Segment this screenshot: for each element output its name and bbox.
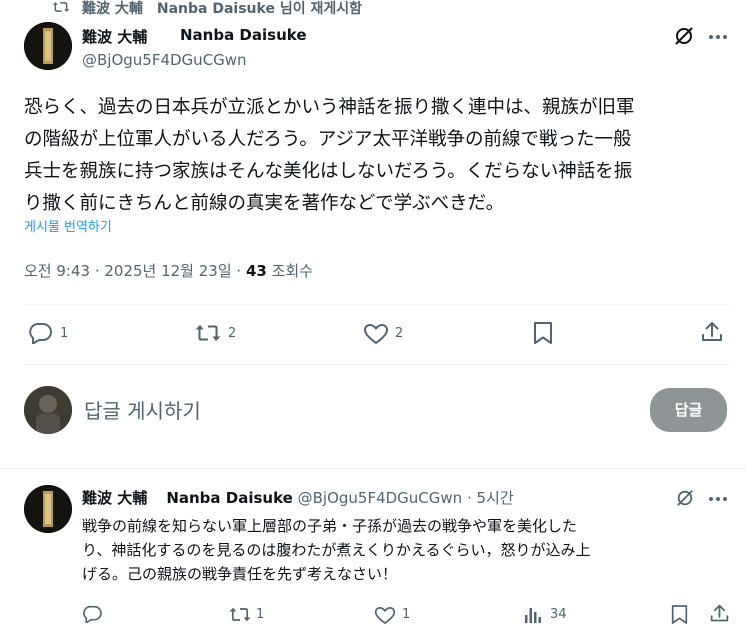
like-icon[interactable]: [374, 606, 396, 625]
tweet-body-line: 兵士を親族に持つ家族はそんな美化はしないだろう。くだらない神話を振: [24, 161, 633, 182]
divider: [24, 364, 730, 365]
reply-views-count: 34: [550, 607, 567, 622]
reply-input[interactable]: 답글 게시하기: [84, 395, 201, 424]
reply-author-avatar[interactable]: [24, 485, 72, 533]
reply-icon[interactable]: [28, 322, 52, 344]
reply-count: 1: [60, 326, 69, 341]
author-display-name-en[interactable]: Nanba Daisuke: [180, 26, 307, 44]
tweet-body-line: 恐らく、過去の日本兵が立派とかいう神話を振り撒く連中は、親族が旧軍: [24, 97, 635, 118]
share-icon[interactable]: [700, 320, 724, 344]
grok-icon[interactable]: [674, 26, 694, 46]
reply-like-count: 1: [402, 607, 411, 622]
reply-body-line: 戦争の前線を知らない軍上層部の子弟・子孫が過去の戦争や軍を美化した: [82, 517, 578, 535]
bookmark-icon[interactable]: [533, 321, 553, 345]
reply-author-handle-time[interactable]: @BjOgu5F4DGuCGwn · 5시간: [298, 489, 514, 507]
tweet-body: 恐らく、過去の日本兵が立派とかいう神話を振り撒く連中は、親族が旧軍 の階級が上位…: [24, 92, 734, 220]
reply-submit-button[interactable]: 답글: [650, 388, 727, 432]
translate-post-link[interactable]: 게시물 번역하기: [24, 216, 112, 235]
reply-icon[interactable]: [82, 605, 102, 623]
repost-icon[interactable]: [194, 323, 222, 343]
views-count: 43: [245, 262, 267, 280]
current-user-avatar[interactable]: [24, 386, 72, 434]
tweet-metadata: 오전 9:43 · 2025년 12월 23일 · 43 조회수: [24, 260, 313, 281]
repost-icon[interactable]: [228, 606, 252, 623]
reply-author-display-name-en[interactable]: Nanba Daisuke: [166, 489, 293, 507]
bookmark-icon[interactable]: [671, 604, 688, 625]
share-icon[interactable]: [709, 603, 730, 624]
repost-count: 2: [228, 326, 237, 341]
reply-body: 戦争の前線を知らない軍上層部の子弟・子孫が過去の戦争や軍を美化した り、神話化す…: [82, 514, 722, 586]
tweet-body-line: の階級が上位軍人がいる人だろう。アジア太平洋戦争の前線で戦った一般: [24, 129, 632, 150]
tweet-timestamp[interactable]: 오전 9:43 · 2025년 12월 23일 ·: [24, 262, 246, 280]
reply-author-display-name[interactable]: 難波 大輔: [82, 489, 147, 507]
reply-header: 難波 大輔 Nanba Daisuke @BjOgu5F4DGuCGwn · 5…: [82, 487, 514, 508]
divider: [0, 468, 746, 469]
repost-banner-icon: [52, 0, 70, 14]
like-count: 2: [395, 326, 404, 341]
repost-banner-text[interactable]: 難波 大輔 Nanba Daisuke 님이 재게시함: [82, 0, 362, 18]
grok-icon[interactable]: [676, 489, 694, 507]
views-icon[interactable]: [524, 606, 542, 624]
author-handle[interactable]: @BjOgu5F4DGuCGwn: [82, 51, 247, 69]
more-icon[interactable]: [708, 34, 728, 40]
tweet-body-line: り撒く前にきちんと前線の真実を著作などで学ぶべきだ。: [24, 193, 505, 214]
views-label: 조회수: [266, 262, 313, 280]
more-icon[interactable]: [708, 496, 728, 502]
reply-body-line: げる。己の親族の戦争責任を先ず考えなさい！: [82, 565, 398, 583]
like-icon[interactable]: [363, 323, 389, 345]
reply-repost-count: 1: [256, 607, 265, 622]
author-avatar[interactable]: [24, 22, 72, 70]
author-display-name[interactable]: 難波 大輔: [82, 26, 147, 47]
divider: [24, 304, 730, 305]
reply-body-line: り、神話化するのを見るのは腹わたが煮えくりかえるぐらい，怒りが込み上: [82, 541, 591, 559]
